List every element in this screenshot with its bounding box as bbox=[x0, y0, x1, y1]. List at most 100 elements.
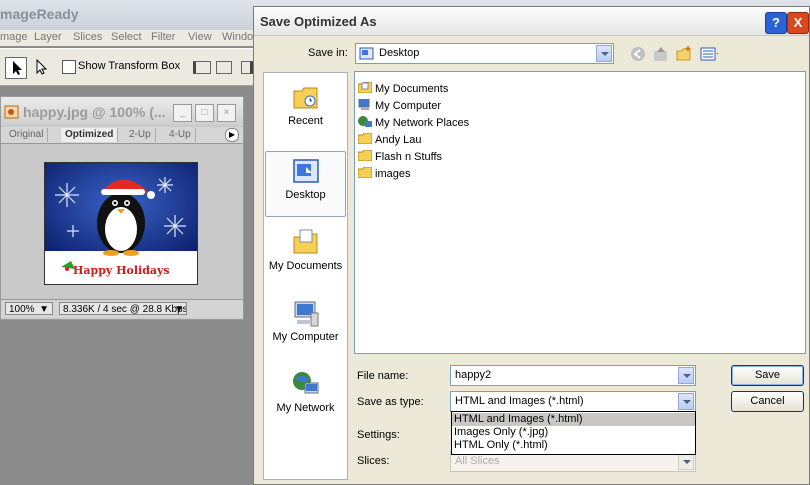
save-as-type-select[interactable]: HTML and Images (*.html) bbox=[450, 391, 696, 412]
direct-select-arrow-icon bbox=[36, 58, 48, 75]
back-icon[interactable] bbox=[629, 45, 647, 63]
download-time-chevron-icon: ▼ bbox=[174, 304, 184, 315]
place-my-documents[interactable]: My Documents bbox=[265, 228, 346, 283]
zoom-value: 100% bbox=[9, 304, 35, 315]
folder-icon bbox=[358, 150, 372, 161]
save-optimized-as-dialog: Save Optimized As ? X Save in: Desktop R… bbox=[253, 6, 810, 485]
type-option-html-only[interactable]: HTML Only (*.html) bbox=[452, 439, 695, 452]
menu-select[interactable]: Select bbox=[111, 31, 142, 43]
slices-label: Slices: bbox=[357, 455, 390, 467]
file-name-chevron-icon[interactable] bbox=[678, 367, 694, 384]
align-center-icon[interactable] bbox=[216, 61, 232, 74]
place-my-network-label: My Network bbox=[276, 402, 335, 414]
show-transform-box-label: Show Transform Box bbox=[78, 60, 181, 72]
tab-optimized[interactable]: Optimized bbox=[61, 128, 119, 142]
app-menu-bar: mage Layer Slices Select Filter View Win… bbox=[0, 30, 260, 46]
menu-slices[interactable]: Slices bbox=[73, 31, 102, 43]
zoom-select[interactable]: 100% ▼ bbox=[5, 302, 53, 315]
folder-icon bbox=[358, 133, 372, 144]
folder-icon bbox=[358, 167, 372, 178]
network-icon bbox=[358, 116, 372, 127]
up-folder-icon[interactable] bbox=[652, 45, 670, 63]
image-caption: Happy Holidays bbox=[73, 264, 170, 277]
dialog-title-bar: Save Optimized As ? X bbox=[254, 7, 809, 36]
show-transform-box-checkbox[interactable] bbox=[62, 60, 76, 74]
save-in-select[interactable]: Desktop bbox=[355, 43, 614, 64]
save-button[interactable]: Save bbox=[731, 365, 804, 386]
download-time-select[interactable]: 8.336K / 4 sec @ 28.8 Kbps ▼ bbox=[59, 302, 187, 315]
place-recent[interactable]: Recent bbox=[265, 83, 346, 138]
dialog-title: Save Optimized As bbox=[260, 14, 377, 29]
menu-window[interactable]: Windo bbox=[222, 31, 253, 43]
computer-icon bbox=[294, 301, 318, 327]
align-left-icon[interactable] bbox=[193, 61, 211, 74]
document-window: happy.jpg @ 100% (... _ □ × Original Opt… bbox=[0, 96, 244, 320]
document-title: happy.jpg @ 100% (... bbox=[23, 104, 166, 120]
my-documents-icon bbox=[293, 229, 317, 254]
save-in-label: Save in: bbox=[308, 47, 348, 59]
tab-original[interactable]: Original bbox=[5, 128, 49, 142]
list-item-label: Flash n Stuffs bbox=[375, 151, 443, 163]
slices-value: All Slices bbox=[455, 455, 500, 467]
list-item[interactable]: My Network Places bbox=[358, 116, 469, 132]
menu-filter[interactable]: Filter bbox=[151, 31, 175, 43]
list-item-label: My Network Places bbox=[375, 117, 470, 129]
place-my-computer[interactable]: My Computer bbox=[265, 299, 346, 354]
maximize-button[interactable]: □ bbox=[195, 104, 214, 122]
list-item-label: My Computer bbox=[375, 100, 442, 112]
cancel-button[interactable]: Cancel bbox=[731, 391, 804, 412]
list-item[interactable]: My Computer bbox=[358, 99, 441, 115]
tab-2-up[interactable]: 2-Up bbox=[125, 128, 156, 142]
align-right-icon[interactable] bbox=[241, 61, 253, 74]
save-as-type-value: HTML and Images (*.html) bbox=[455, 395, 584, 407]
minimize-button[interactable]: _ bbox=[173, 104, 192, 122]
type-option-images-only[interactable]: Images Only (*.jpg) bbox=[452, 426, 695, 439]
settings-label: Settings: bbox=[357, 429, 400, 441]
tab-4-up[interactable]: 4-Up bbox=[165, 128, 196, 142]
options-bar: Show Transform Box bbox=[0, 48, 260, 86]
close-dialog-button[interactable]: X bbox=[787, 12, 809, 34]
list-item[interactable]: images bbox=[358, 167, 410, 183]
document-tabs: Original Optimized 2-Up 4-Up ▶ bbox=[1, 127, 243, 144]
document-icon bbox=[4, 105, 19, 119]
slices-chevron-icon bbox=[678, 453, 694, 470]
my-documents-icon bbox=[358, 82, 372, 93]
place-recent-label: Recent bbox=[288, 115, 323, 127]
menu-layer[interactable]: Layer bbox=[34, 31, 62, 43]
place-desktop-label: Desktop bbox=[285, 189, 326, 201]
direct-select-tool-button[interactable] bbox=[30, 57, 50, 77]
save-as-type-label: Save as type: bbox=[357, 396, 424, 408]
file-name-field[interactable]: happy2 bbox=[450, 365, 696, 386]
save-as-type-chevron-icon[interactable] bbox=[678, 393, 694, 410]
close-document-button[interactable]: × bbox=[217, 104, 236, 122]
type-option-html-and-images[interactable]: HTML and Images (*.html) bbox=[452, 413, 695, 426]
save-in-chevron-icon[interactable] bbox=[596, 45, 612, 62]
recent-icon bbox=[293, 87, 317, 109]
places-bar: Recent Desktop My Documents My Computer … bbox=[263, 72, 348, 480]
menu-image[interactable]: mage bbox=[0, 31, 28, 43]
place-my-computer-label: My Computer bbox=[272, 331, 339, 343]
list-item[interactable]: Andy Lau bbox=[358, 133, 421, 149]
list-item-label: My Documents bbox=[375, 83, 449, 95]
document-status-bar: 100% ▼ 8.336K / 4 sec @ 28.8 Kbps ▼ bbox=[1, 299, 243, 318]
views-menu-icon[interactable] bbox=[700, 45, 718, 63]
new-folder-icon[interactable] bbox=[675, 45, 693, 63]
list-item[interactable]: Flash n Stuffs bbox=[358, 150, 442, 166]
list-item-label: images bbox=[375, 168, 411, 180]
desktop-icon bbox=[292, 159, 319, 183]
save-in-value: Desktop bbox=[379, 47, 420, 59]
menu-view[interactable]: View bbox=[188, 31, 212, 43]
place-my-network[interactable]: My Network bbox=[265, 370, 346, 425]
help-button[interactable]: ? bbox=[765, 12, 787, 34]
tabs-scroll-right-icon[interactable]: ▶ bbox=[225, 128, 239, 142]
file-name-label: File name: bbox=[357, 370, 409, 382]
desktop-small-icon bbox=[359, 47, 374, 60]
move-tool-button[interactable] bbox=[5, 57, 27, 79]
app-title: mageReady bbox=[0, 6, 79, 22]
list-item-label: Andy Lau bbox=[375, 134, 422, 146]
list-item[interactable]: My Documents bbox=[358, 82, 448, 98]
place-desktop[interactable]: Desktop bbox=[265, 151, 346, 217]
place-my-documents-label: My Documents bbox=[268, 260, 343, 272]
file-list: My Documents My Computer My Network Plac… bbox=[354, 71, 806, 354]
file-name-value: happy2 bbox=[455, 369, 492, 381]
